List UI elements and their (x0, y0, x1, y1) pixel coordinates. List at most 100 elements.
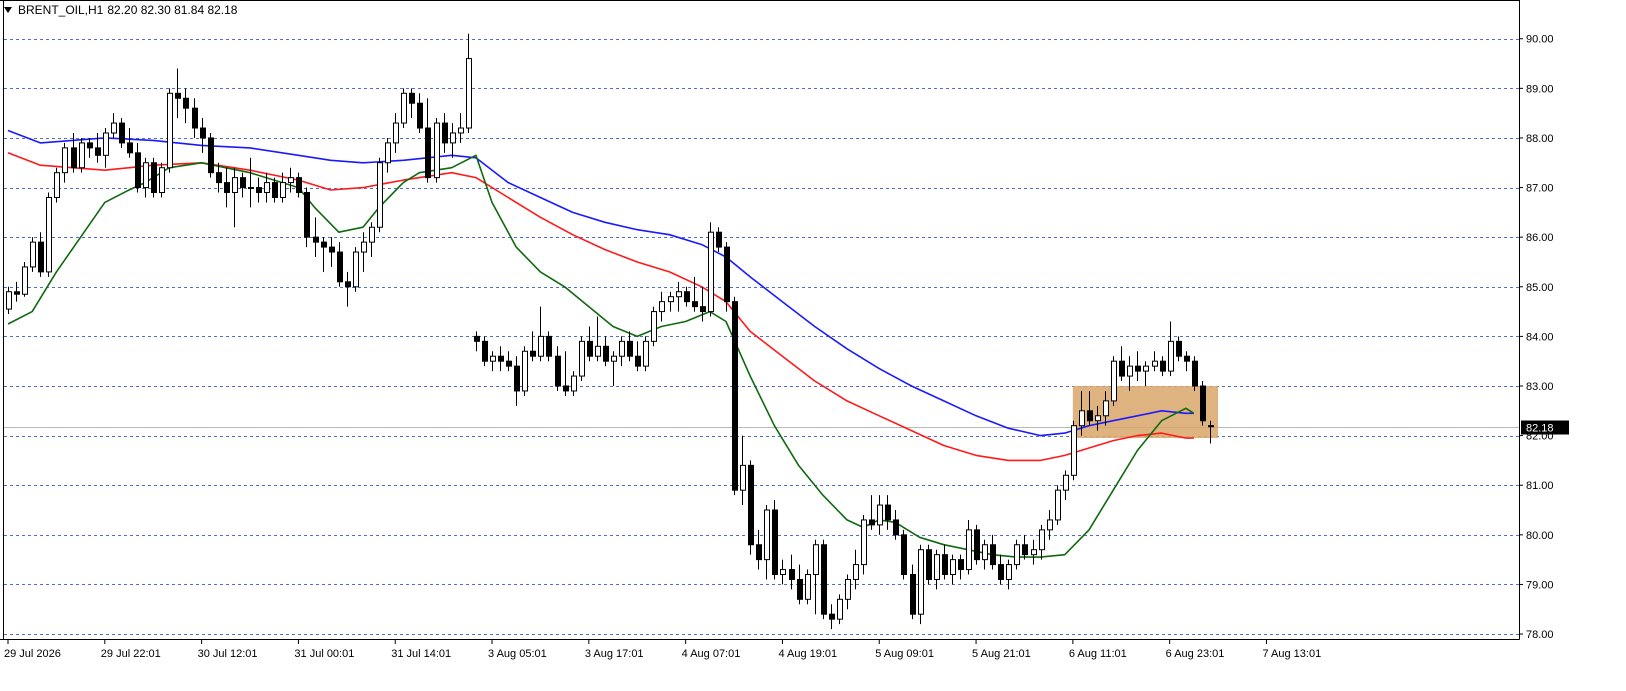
candle-body (998, 564, 1004, 580)
candle-body (321, 241, 327, 248)
candle (837, 594, 843, 625)
candle-body (780, 569, 786, 576)
candle-body (329, 246, 335, 253)
candle (167, 88, 173, 173)
candle-body (248, 187, 254, 190)
candle-body (789, 569, 795, 580)
price-tick-label: 85.00 (1526, 282, 1554, 294)
candle (1192, 356, 1198, 391)
candle-body (764, 509, 770, 561)
candle-body (272, 182, 278, 198)
candle-body (30, 241, 36, 268)
candle-body (555, 355, 561, 387)
candle-body (1103, 400, 1109, 417)
candle-body (183, 97, 189, 109)
candle (926, 544, 932, 585)
price-tick-label: 87.00 (1526, 183, 1554, 195)
time-tick-label: 3 Aug 05:01 (488, 648, 547, 660)
candle (401, 88, 407, 129)
time-tick-label: 30 Jul 12:01 (198, 648, 258, 660)
time-tick-label: 29 Jul 22:01 (101, 648, 161, 660)
candle (708, 222, 714, 317)
candle-body (587, 340, 593, 357)
price-tick-label: 89.00 (1526, 83, 1554, 95)
candle-body (805, 574, 811, 600)
candle-body (813, 544, 819, 576)
candle-body (893, 519, 899, 536)
candle-body (143, 162, 149, 189)
candle-body (1006, 564, 1012, 580)
candle-body (853, 564, 859, 580)
candle (377, 157, 383, 233)
candle-body (240, 177, 246, 189)
candle-body (668, 296, 674, 303)
candle-body (901, 534, 907, 576)
candle-body (401, 92, 407, 124)
chart-window[interactable]: 90.00 89.00 88.00 87.00 86.00 85.00 84.00 83.00… (0, 0, 1626, 686)
candle-body (14, 291, 20, 295)
time-tick-label: 3 Aug 17:01 (585, 648, 644, 660)
candle-body (296, 177, 302, 194)
candle (22, 261, 28, 297)
candle (79, 137, 85, 173)
dropdown-triangle-icon[interactable] (4, 7, 12, 13)
candle-body (1160, 360, 1166, 372)
candle-body (434, 122, 440, 179)
time-tick-label: 4 Aug 07:01 (682, 648, 741, 660)
candle-body (38, 241, 44, 273)
candle-body (54, 172, 60, 198)
candle-body (611, 355, 617, 362)
price-tick-label: 88.00 (1526, 133, 1554, 145)
candle (901, 529, 907, 580)
candle-body (103, 132, 109, 156)
candle-body (474, 335, 480, 342)
candle-body (708, 231, 714, 313)
price-tick-label: 90.00 (1526, 34, 1554, 46)
candle-body (563, 385, 569, 392)
candle-body (910, 574, 916, 615)
candle-body (280, 182, 286, 198)
candle-body (490, 355, 496, 362)
candle-body (1055, 489, 1061, 521)
candle-body (982, 544, 988, 561)
candle-body (837, 598, 843, 620)
candle-body (1111, 360, 1117, 402)
price-tick-label: 79.00 (1526, 579, 1554, 591)
candle-body (869, 519, 875, 526)
candle-body (361, 241, 367, 253)
candle (546, 331, 552, 362)
chart-background (0, 0, 1626, 686)
candle-body (990, 544, 996, 566)
candle-body (417, 102, 423, 129)
candle-body (369, 226, 375, 243)
candle-body (409, 92, 415, 104)
candle-body (756, 544, 762, 561)
candle-body (740, 464, 746, 491)
candle-body (966, 529, 972, 571)
current-price-tag: 82.18 (1521, 420, 1569, 435)
candle-body (821, 544, 827, 615)
candle-body (208, 137, 214, 174)
time-tick-label: 29 Jul 2026 (4, 648, 61, 660)
price-chart[interactable]: 90.00 89.00 88.00 87.00 86.00 85.00 84.00 83.00… (0, 0, 1626, 686)
candle-body (62, 147, 68, 174)
candle (1071, 420, 1077, 481)
time-tick-label: 5 Aug 21:01 (972, 648, 1031, 660)
candle-body (1039, 529, 1045, 551)
candle-body (425, 127, 431, 179)
candle-body (159, 167, 165, 194)
candle-body (353, 251, 359, 288)
candle-body (345, 281, 351, 288)
candle-body (95, 147, 101, 156)
candle-body (579, 340, 585, 377)
candle-body (1127, 365, 1133, 377)
price-tick-label: 80.00 (1526, 530, 1554, 542)
candle-body (450, 132, 456, 144)
candle-body (627, 340, 633, 357)
candle (151, 157, 157, 198)
candle-body (1022, 544, 1028, 556)
candle-body (135, 152, 141, 189)
candle (732, 296, 738, 496)
candle (46, 192, 52, 277)
candle (30, 237, 36, 272)
